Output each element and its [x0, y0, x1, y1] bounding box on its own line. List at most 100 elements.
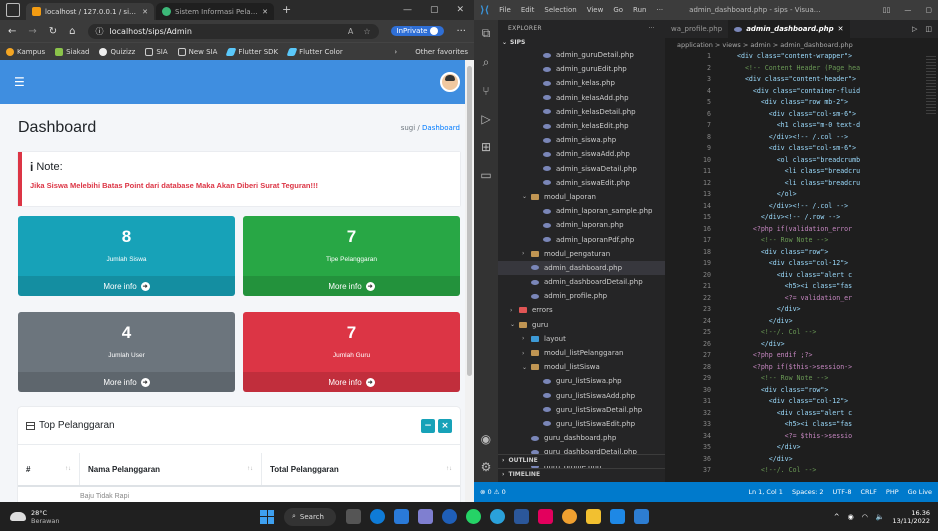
more-info-link[interactable]: More info ➜ [243, 276, 460, 296]
explorer-item[interactable]: admin_siswaDetail.php [498, 162, 665, 176]
explorer-item[interactable]: admin_kelasEdit.php [498, 119, 665, 133]
settings-gear-icon[interactable]: ⚙ [481, 460, 492, 474]
menu-view[interactable]: View [587, 6, 604, 14]
explorer-item[interactable]: guru_listSiswaDetail.php [498, 403, 665, 417]
code-line[interactable]: <div class="row mb-2"> [737, 98, 848, 106]
vscode-app-icon[interactable] [634, 509, 649, 524]
code-line[interactable]: <li class="breadcru [737, 167, 860, 175]
column-header-nama-pelanggaran[interactable]: Nama Pelanggaran ↑↓ [80, 453, 262, 485]
wifi-icon[interactable]: ◠ [862, 513, 868, 521]
code-line[interactable]: </div> [737, 443, 801, 451]
code-line[interactable]: </ol> [737, 190, 797, 198]
folder-app-icon[interactable] [586, 509, 601, 524]
scrollbar-thumb[interactable] [467, 66, 472, 376]
code-line[interactable]: <?php if(validation_error [737, 225, 852, 233]
code-line[interactable]: </div> [737, 317, 793, 325]
app-icon[interactable] [610, 509, 625, 524]
page-scrollbar[interactable] [465, 60, 474, 502]
explorer-item[interactable]: admin_guruEdit.php [498, 62, 665, 76]
status-item[interactable]: UTF-8 [833, 488, 852, 496]
menu-run[interactable]: Run [633, 6, 646, 14]
code-line[interactable]: <!--/. Col --> [737, 466, 817, 474]
menu-selection[interactable]: Selection [544, 6, 576, 14]
minimize-icon[interactable]: — [403, 5, 412, 15]
collapse-button[interactable]: − [421, 418, 435, 433]
explorer-item[interactable]: admin_dashboardDetail.php [498, 275, 665, 289]
more-info-link[interactable]: More info ➜ [18, 276, 235, 296]
code-line[interactable]: <h5><i class="fas [737, 420, 853, 428]
code-line[interactable]: </div><!-- /.col --> [737, 133, 848, 141]
menu-file[interactable]: File [499, 6, 511, 14]
code-line[interactable]: <?= $this->sessio [737, 432, 853, 440]
bookmark-flutter-sdk[interactable]: Flutter SDK [225, 47, 278, 56]
code-line[interactable]: <div class="alert c [737, 271, 852, 279]
store-app-icon[interactable] [394, 509, 409, 524]
code-line[interactable]: <ol class="breadcrumb [737, 156, 860, 164]
code-line[interactable]: <div class="col-sm-6"> [737, 144, 856, 152]
tray-chevron-icon[interactable]: ^ [834, 513, 840, 521]
start-button-icon[interactable] [260, 509, 274, 524]
menu-edit[interactable]: Edit [521, 6, 535, 14]
code-line[interactable]: <?= validation_er [737, 294, 853, 302]
explorer-item[interactable]: guru_listSiswaEdit.php [498, 417, 665, 431]
extensions-icon[interactable]: ⊞ [481, 140, 491, 154]
code-line[interactable]: </div> [737, 340, 785, 348]
code-line[interactable]: <div class="col-12"> [737, 259, 848, 267]
explorer-item[interactable]: › errors [498, 303, 665, 317]
more-actions-icon[interactable]: ··· [648, 25, 655, 32]
app-icon[interactable] [418, 509, 433, 524]
source-control-icon[interactable]: ⑂ [482, 84, 489, 98]
search-icon[interactable]: ⌕ [483, 55, 490, 70]
explorer-item[interactable]: guru_dashboard.php [498, 431, 665, 445]
explorer-item[interactable]: admin_dashboard.php [498, 260, 665, 275]
explorer-item[interactable]: guru_listSiswa.php [498, 374, 665, 388]
tab-sips[interactable]: Sistem Informasi Pelanggaran Sis ✕ [156, 3, 274, 20]
bookmark-kampus[interactable]: Kampus [6, 47, 45, 56]
forward-icon[interactable]: → [28, 26, 36, 37]
app-icon[interactable] [538, 509, 553, 524]
explorer-item[interactable]: guru_listSiswaAdd.php [498, 389, 665, 403]
url-field[interactable]: ⓘ localhost/sips/Admin A ☆ [87, 23, 379, 39]
back-icon[interactable]: ← [8, 26, 16, 37]
code-line[interactable]: <li class="breadcru [737, 179, 860, 187]
close-tab-icon[interactable]: ✕ [142, 8, 148, 16]
chrome-app-icon[interactable] [562, 509, 577, 524]
editor-breadcrumb[interactable]: application > views > admin > admin_dash… [665, 38, 938, 52]
tab-phpmyadmin[interactable]: localhost / 127.0.0.1 / sips | phpM ✕ [26, 3, 154, 20]
tab-actions-icon[interactable] [6, 3, 20, 17]
code-line[interactable]: </div> [737, 305, 801, 313]
more-menu-icon[interactable]: ··· [456, 26, 466, 37]
code-line[interactable]: <!-- Row Note --> [737, 374, 829, 382]
explorer-item[interactable]: admin_profile.php [498, 289, 665, 303]
info-icon[interactable]: ⓘ [96, 26, 104, 37]
telegram-app-icon[interactable] [490, 509, 505, 524]
edge-app-icon[interactable] [370, 509, 385, 524]
explorer-item[interactable]: admin_siswaAdd.php [498, 147, 665, 161]
bookmark-flutter-color[interactable]: Flutter Color [286, 47, 343, 56]
explorer-item[interactable]: admin_laporan_sample.php [498, 204, 665, 218]
tab-admin-profile[interactable]: wa_profile.php [665, 20, 728, 38]
explorer-item[interactable]: admin_kelas.php [498, 76, 665, 90]
code-line[interactable]: <div class="alert c [737, 409, 852, 417]
minimap[interactable] [924, 52, 938, 482]
explorer-item[interactable]: admin_guruDetail.php [498, 48, 665, 62]
explorer-item[interactable]: ⌄ modul_laporan [498, 190, 665, 204]
status-item[interactable]: Spaces: 2 [792, 488, 824, 496]
code-line[interactable]: <?php endif ;?> [737, 351, 813, 359]
code-line[interactable]: <div class="col-12"> [737, 397, 848, 405]
taskbar-search[interactable]: ⌕ Search [284, 507, 336, 526]
code-line[interactable]: <!--/. Col --> [737, 328, 817, 336]
explorer-item[interactable]: ⌄ modul_listSiswa [498, 360, 665, 374]
volume-icon[interactable]: 🔈 [876, 513, 885, 521]
explorer-item[interactable]: admin_kelasDetail.php [498, 105, 665, 119]
code-line[interactable]: </div><!-- /.row --> [737, 213, 840, 221]
code-line[interactable]: <div class="container-fluid [737, 87, 860, 95]
code-line[interactable]: <div class="col-sm-6"> [737, 110, 856, 118]
other-favorites[interactable]: › Other favorites [394, 48, 468, 56]
status-item[interactable]: CRLF [860, 488, 876, 496]
workspace-root[interactable]: ⌄ SIPS [498, 36, 665, 48]
word-app-icon[interactable] [514, 509, 529, 524]
code-line[interactable]: <!-- Row Note --> [737, 236, 829, 244]
column-header-total-pelanggaran[interactable]: Total Pelanggaran ↑↓ [262, 453, 460, 485]
close-tab-icon[interactable]: ✕ [262, 8, 268, 16]
